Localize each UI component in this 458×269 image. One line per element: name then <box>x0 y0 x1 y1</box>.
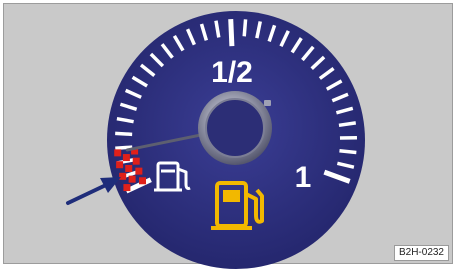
reserve-mark <box>122 154 130 162</box>
reserve-mark <box>114 149 122 157</box>
reserve-mark <box>119 172 127 180</box>
minor-tick <box>338 121 357 128</box>
reserve-mark <box>116 161 124 169</box>
full-label: 1 <box>295 161 312 194</box>
minor-tick <box>339 149 357 155</box>
minor-tick <box>115 131 133 137</box>
reserve-mark <box>128 175 136 183</box>
major-tick <box>228 19 235 47</box>
gauge-hub-center <box>205 98 265 158</box>
fuel-gauge-figure: 1/2 1 <box>66 11 365 269</box>
reserve-mark <box>135 167 143 175</box>
reserve-mark <box>125 164 133 172</box>
reserve-mark <box>123 184 131 192</box>
reserve-mark <box>138 177 146 185</box>
arrow-icon <box>66 177 121 205</box>
figure-code: B2H-0232 <box>393 245 449 261</box>
gauge-hub-tab <box>264 100 271 106</box>
half-label: 1/2 <box>211 56 253 89</box>
reserve-mark <box>132 157 140 165</box>
minor-tick <box>242 19 248 37</box>
